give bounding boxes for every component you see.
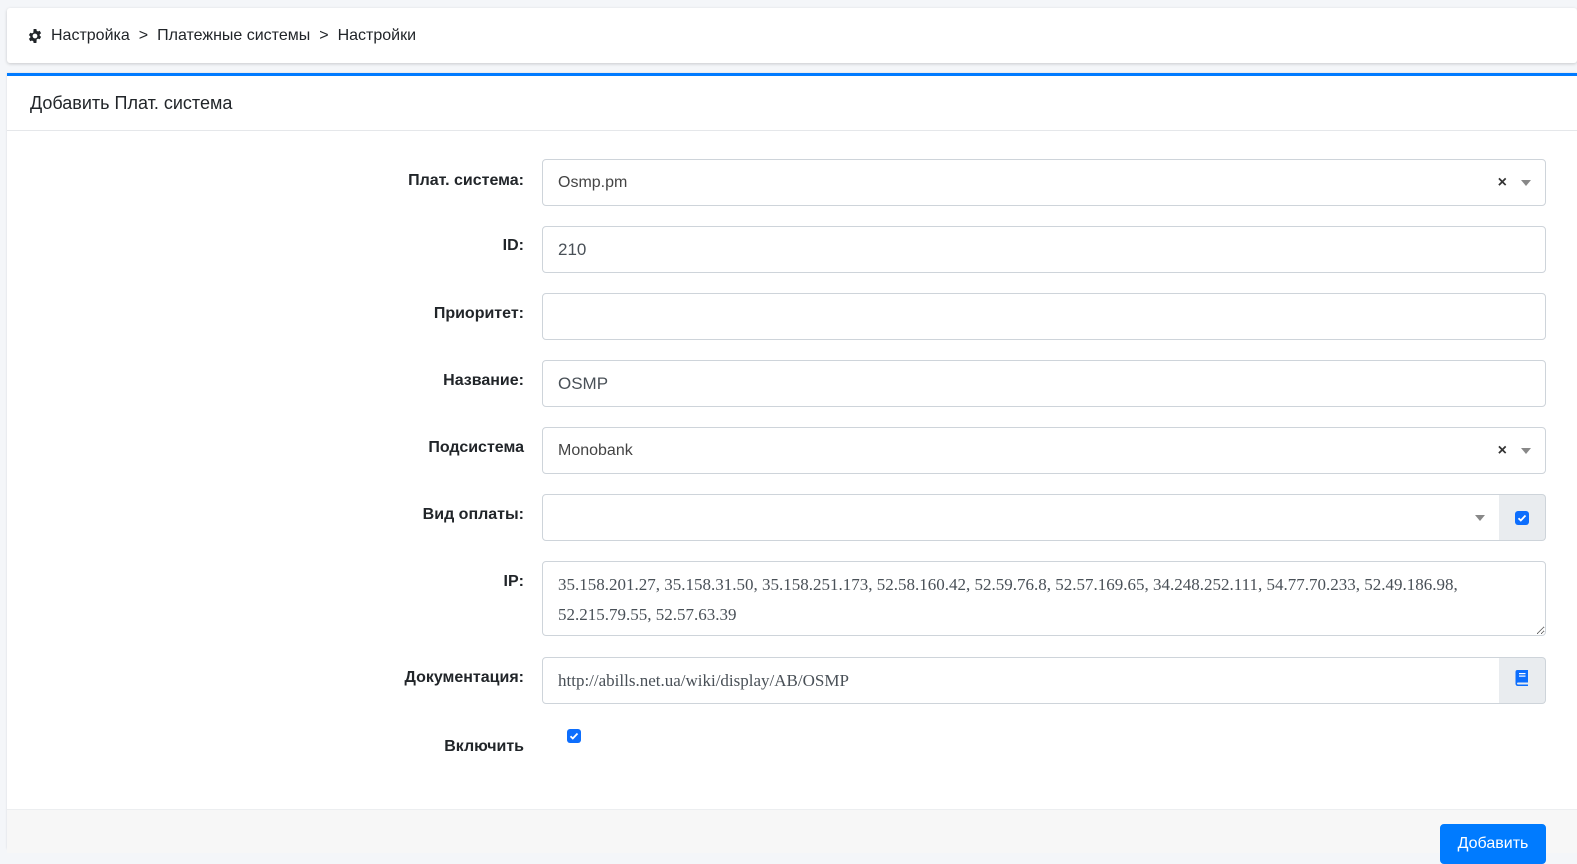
paysystem-label: Плат. система: bbox=[408, 172, 524, 189]
docs-open-button[interactable] bbox=[1499, 657, 1546, 704]
name-label: Название: bbox=[443, 372, 524, 389]
priority-label: Приоритет: bbox=[433, 305, 524, 322]
chevron-down-icon[interactable] bbox=[1521, 447, 1531, 454]
payment-type-select[interactable] bbox=[542, 494, 1500, 541]
subsystem-select[interactable]: Monobank × bbox=[542, 427, 1546, 474]
paysystem-clear-icon[interactable]: × bbox=[1498, 174, 1507, 192]
breadcrumb-item-settings[interactable]: Настройка bbox=[51, 27, 130, 45]
paysystem-selected-value: Osmp.pm bbox=[558, 173, 628, 191]
card-title: Добавить Плат. система bbox=[7, 76, 1577, 131]
breadcrumb: Настройка > Платежные системы > Настройк… bbox=[7, 8, 1577, 63]
chevron-down-icon[interactable] bbox=[1521, 179, 1531, 186]
docs-label: Документация: bbox=[404, 669, 524, 686]
subsystem-clear-icon[interactable]: × bbox=[1498, 442, 1507, 460]
checkbox-checked-icon[interactable] bbox=[1515, 510, 1529, 525]
paysystem-select[interactable]: Osmp.pm × bbox=[542, 159, 1546, 206]
enable-checkbox[interactable] bbox=[567, 729, 581, 743]
breadcrumb-separator: > bbox=[138, 26, 149, 44]
breadcrumb-item-current: Настройки bbox=[337, 26, 417, 44]
add-paysystem-card: Добавить Плат. система Плат. система: Os… bbox=[7, 73, 1577, 864]
payment-type-label: Вид оплаты: bbox=[422, 506, 524, 523]
enable-label: Включить bbox=[444, 738, 524, 755]
name-value: OSMP bbox=[558, 373, 609, 393]
ip-label: IP: bbox=[503, 573, 524, 590]
chevron-down-icon[interactable] bbox=[1475, 514, 1485, 521]
docs-input[interactable]: http://abills.net.ua/wiki/display/AB/OSM… bbox=[542, 657, 1500, 704]
gear-icon bbox=[27, 28, 43, 44]
book-icon[interactable] bbox=[1515, 670, 1529, 691]
payment-type-addon[interactable] bbox=[1499, 494, 1546, 541]
id-input[interactable]: 210 bbox=[542, 226, 1546, 273]
id-value: 210 bbox=[558, 239, 587, 259]
subsystem-label: Подсистема bbox=[428, 439, 524, 456]
priority-input[interactable] bbox=[542, 293, 1546, 340]
breadcrumb-separator: > bbox=[319, 26, 329, 44]
ip-textarea[interactable]: 35.158.201.27, 35.158.31.50, 35.158.251.… bbox=[542, 561, 1546, 636]
subsystem-selected-value: Monobank bbox=[558, 441, 633, 459]
id-label: ID: bbox=[502, 237, 524, 254]
card-footer: Добавить bbox=[7, 809, 1577, 864]
breadcrumb-item-payment-systems[interactable]: Платежные системы bbox=[157, 27, 310, 45]
docs-value: http://abills.net.ua/wiki/display/AB/OSM… bbox=[558, 670, 849, 690]
add-button[interactable]: Добавить bbox=[1440, 824, 1546, 864]
name-input[interactable]: OSMP bbox=[542, 360, 1546, 407]
